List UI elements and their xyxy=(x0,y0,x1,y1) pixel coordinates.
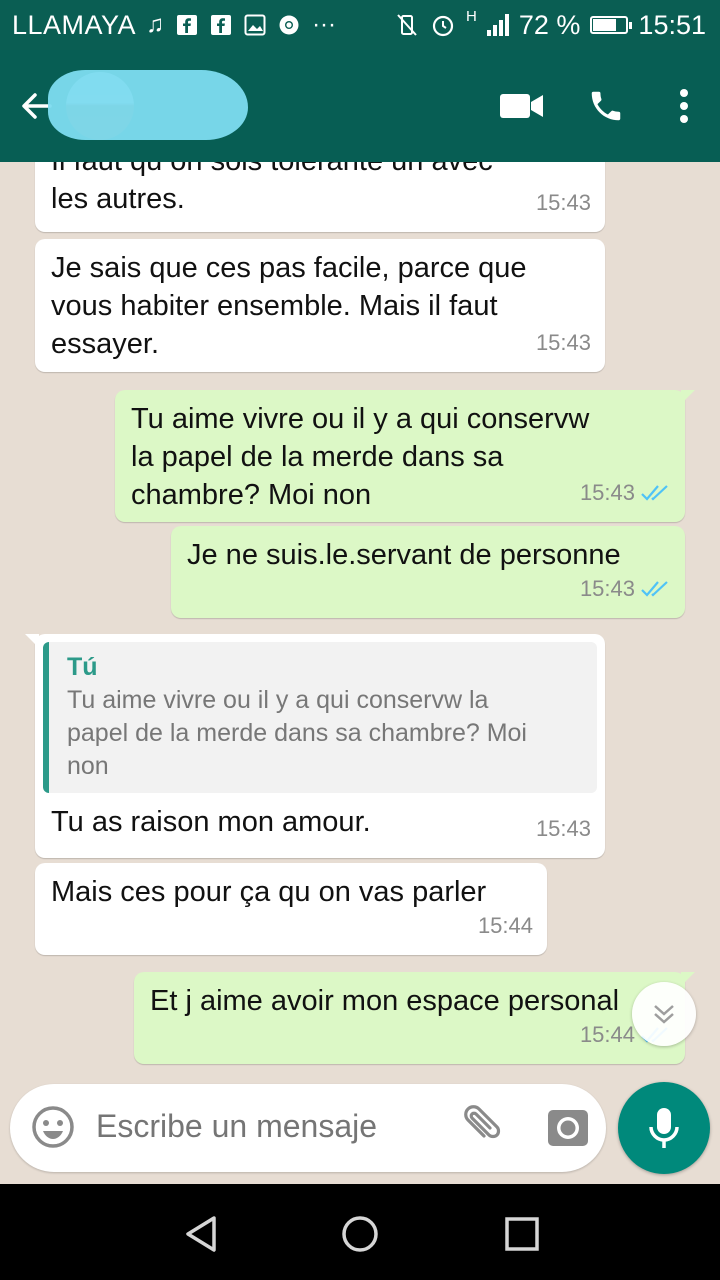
message-incoming[interactable]: Je sais que ces pas facile, parce que vo… xyxy=(35,239,605,372)
message-input[interactable] xyxy=(96,1108,426,1145)
message-time: 15:43 xyxy=(535,190,591,215)
message-time: 15:43 xyxy=(535,816,591,841)
chat-header xyxy=(0,50,720,162)
message-outgoing[interactable]: Et j aime avoir mon espace personal 15:4… xyxy=(134,972,695,1064)
message-outgoing[interactable]: Tu aime vivre ou il y a qui conservw la … xyxy=(115,390,695,522)
quoted-author: Tú xyxy=(67,653,98,681)
carrier-name: LLAMAYA xyxy=(12,9,137,40)
message-text: Tu as raison mon amour. xyxy=(51,806,371,838)
quoted-text: Tu aime vivre ou il y a qui conservw la … xyxy=(67,686,527,780)
chrome-icon xyxy=(279,15,299,35)
network-type: H xyxy=(466,8,477,25)
camera-button[interactable] xyxy=(544,1102,592,1157)
music-note-icon: ♫ xyxy=(146,11,165,38)
vibrate-off-icon xyxy=(397,14,417,36)
microphone-icon xyxy=(649,1108,679,1148)
message-text: Et j aime avoir mon espace personal xyxy=(150,985,620,1017)
facebook-icon xyxy=(211,15,232,35)
message-incoming-reply[interactable]: Tú Tu aime vivre ou il y a qui conservw … xyxy=(25,634,605,858)
message-composer xyxy=(10,1084,606,1172)
message-time: 15:44 xyxy=(579,1022,635,1047)
battery-percent: 72 % xyxy=(518,9,581,40)
message-incoming[interactable]: Il faut qu on sois tolerante un avec les… xyxy=(35,162,605,232)
image-icon xyxy=(244,14,266,36)
emoji-button[interactable] xyxy=(30,1104,76,1155)
attach-button[interactable] xyxy=(454,1102,504,1157)
message-incoming[interactable]: Mais ces pour ça qu on vas parler 15:44 xyxy=(35,863,547,955)
message-text: Il faut qu on sois tolerante un avec les… xyxy=(51,162,493,215)
message-text: Mais ces pour ça qu on vas parler xyxy=(51,876,487,908)
notification-icons: ♫ ··· xyxy=(146,11,336,39)
read-ticks-icon xyxy=(641,485,668,501)
message-time: 15:43 xyxy=(579,576,635,601)
nav-recents-icon xyxy=(505,1217,539,1251)
more-options-button[interactable] xyxy=(648,50,720,162)
message-time: 15:44 xyxy=(477,913,533,938)
signal-icon xyxy=(486,14,509,36)
voice-message-button[interactable] xyxy=(618,1082,710,1174)
emoji-icon xyxy=(32,1106,74,1148)
alarm-icon xyxy=(432,15,454,37)
chat-area[interactable]: Il faut qu on sois tolerante un avec les… xyxy=(0,162,720,1080)
video-call-icon xyxy=(500,94,543,118)
video-call-button[interactable] xyxy=(480,50,564,162)
nav-back-icon xyxy=(186,1216,216,1252)
clock: 15:51 xyxy=(638,9,706,40)
facebook-icon xyxy=(177,15,198,35)
phone-icon xyxy=(591,91,621,121)
contact-name[interactable] xyxy=(48,70,248,140)
nav-home-button[interactable] xyxy=(340,1214,380,1259)
more-vert-icon xyxy=(680,89,688,123)
battery-icon xyxy=(590,16,633,34)
more-notifications-icon: ··· xyxy=(312,11,337,38)
system-navigation-bar xyxy=(0,1184,720,1280)
camera-icon xyxy=(548,1110,588,1146)
nav-back-button[interactable] xyxy=(182,1214,222,1259)
message-time: 15:43 xyxy=(579,480,635,505)
quoted-message[interactable]: Tú Tu aime vivre ou il y a qui conservw … xyxy=(43,642,597,793)
nav-home-icon xyxy=(342,1216,378,1252)
paperclip-icon xyxy=(464,1105,501,1139)
voice-call-button[interactable] xyxy=(564,50,648,162)
double-chevron-down-icon xyxy=(654,1005,674,1024)
scroll-to-bottom-button[interactable] xyxy=(632,982,696,1046)
read-ticks-icon xyxy=(641,581,668,597)
nav-recents-button[interactable] xyxy=(502,1214,542,1259)
status-bar: LLAMAYA ♫ ··· H 72 % 15:51 xyxy=(0,0,720,50)
message-outgoing[interactable]: Je ne suis.le.servant de personne 15:43 xyxy=(171,526,685,618)
message-text: Je ne suis.le.servant de personne xyxy=(187,539,621,571)
message-text: Je sais que ces pas facile, parce que vo… xyxy=(51,252,527,360)
message-time: 15:43 xyxy=(535,330,591,355)
